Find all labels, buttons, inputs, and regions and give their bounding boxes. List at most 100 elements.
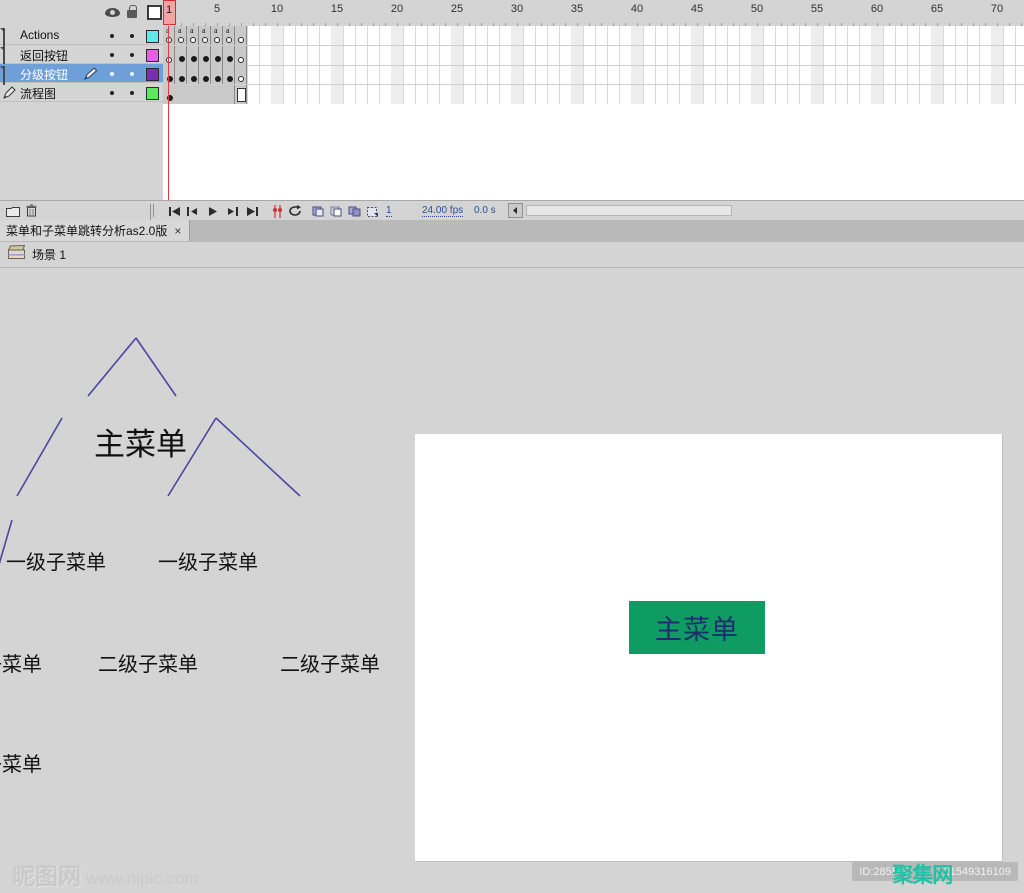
keyframe-cell[interactable] — [235, 26, 247, 45]
layer-lock-dot[interactable] — [130, 53, 134, 57]
keyframe-cell[interactable] — [199, 65, 211, 84]
layer-lock-dot[interactable] — [130, 72, 134, 76]
scene-label[interactable]: 场景 1 — [32, 246, 66, 263]
frame-span[interactable] — [163, 85, 235, 104]
playhead-marker[interactable]: 1 — [163, 0, 176, 25]
keyframe-cell[interactable] — [163, 65, 175, 84]
nipic-watermark-url: www.nipic.com — [86, 869, 198, 889]
eye-icon[interactable] — [104, 4, 120, 20]
ruler-tick-label: 50 — [751, 3, 763, 15]
previous-frame-button[interactable] — [186, 205, 199, 218]
layer-name-label: 返回按钮 — [20, 47, 68, 64]
layer-row-2[interactable]: 返回按钮 — [0, 45, 163, 64]
layer-visibility-dot[interactable] — [110, 72, 114, 76]
layer-row-4[interactable]: 流程图 — [0, 83, 163, 102]
keyframe-cell[interactable]: a — [223, 26, 235, 45]
layer-list[interactable]: Actions 返回按钮分级按钮流程图 — [0, 26, 164, 104]
loop-playback-button[interactable] — [288, 205, 303, 218]
flowchart-level2-label-1: 子菜单 — [0, 648, 42, 677]
nipic-watermark-cn: 昵图网 — [12, 857, 81, 891]
layer-name-label: Actions — [20, 28, 59, 42]
timeline-ruler[interactable]: 1 51015202530354045505560657075808590951… — [163, 0, 1024, 27]
keyframe-cell[interactable]: a — [199, 26, 211, 45]
ruler-tick-label: 60 — [871, 3, 883, 15]
onion-skin-markers-icon[interactable] — [272, 205, 283, 218]
frame-row[interactable]: aaaaaa — [163, 26, 1024, 46]
keyframe-cell[interactable] — [199, 46, 211, 65]
keyframe-cell[interactable] — [187, 46, 199, 65]
layer-color-swatch[interactable] — [146, 87, 159, 100]
keyframe-cell[interactable] — [211, 65, 223, 84]
playhead-frame-number: 1 — [166, 4, 172, 16]
ruler-tick-label: 35 — [571, 3, 583, 15]
edit-multiple-frames-button[interactable] — [348, 205, 361, 218]
ruler-tick-label: 40 — [631, 3, 643, 15]
ruler-tick-label: 30 — [511, 3, 523, 15]
next-frame-button[interactable] — [226, 205, 239, 218]
keyframe-cell[interactable] — [223, 65, 235, 84]
main-menu-button[interactable]: 主菜单 — [629, 601, 765, 654]
frame-row[interactable] — [163, 65, 1024, 85]
keyframe-cell[interactable] — [175, 65, 187, 84]
ruler-tick-label: 5 — [214, 3, 220, 15]
onion-skin-button[interactable] — [312, 205, 325, 218]
layer-page-icon — [3, 29, 16, 42]
layer-list-empty-area — [0, 104, 164, 200]
keyframe-cell[interactable]: a — [175, 26, 187, 45]
lock-icon[interactable] — [124, 4, 140, 20]
layer-row-3[interactable]: 分级按钮 — [0, 64, 163, 83]
ruler-tick-label: 65 — [931, 3, 943, 15]
document-tab[interactable]: 菜单和子菜单跳转分析as2.0版 × — [0, 220, 190, 241]
timeline-panel: 1 51015202530354045505560657075808590951… — [0, 0, 1024, 220]
scroll-left-button[interactable] — [508, 203, 523, 218]
keyframe-cell[interactable] — [163, 46, 175, 65]
document-tab-bar: 菜单和子菜单跳转分析as2.0版 × — [0, 220, 1024, 243]
layer-visibility-dot[interactable] — [110, 91, 114, 95]
fps-indicator[interactable]: 24.00 fps — [422, 205, 463, 217]
layer-color-swatch[interactable] — [146, 49, 159, 62]
layer-color-swatch[interactable] — [146, 68, 159, 81]
keyframe-cell[interactable] — [187, 65, 199, 84]
keyframe-cell[interactable] — [211, 46, 223, 65]
last-frame-button[interactable] — [246, 205, 259, 218]
juji-brand-watermark: 聚集网 — [892, 859, 952, 889]
layer-visibility-dot[interactable] — [110, 34, 114, 38]
keyframe-cell[interactable] — [235, 65, 247, 84]
play-button[interactable] — [206, 205, 219, 218]
layer-lock-dot[interactable] — [130, 91, 134, 95]
stage-canvas[interactable]: 主菜单 — [415, 434, 1002, 861]
frames-empty-area — [163, 104, 1024, 200]
first-frame-button[interactable] — [168, 205, 181, 218]
layer-color-swatch[interactable] — [146, 30, 159, 43]
keyframe-cell[interactable]: a — [163, 26, 175, 45]
scroll-track[interactable] — [526, 205, 732, 216]
layer-row-1[interactable]: Actions — [0, 26, 163, 45]
frame-row[interactable] — [163, 85, 1024, 105]
ruler-tick-label: 25 — [451, 3, 463, 15]
layer-lock-dot[interactable] — [130, 34, 134, 38]
elapsed-time-indicator: 0.0 s — [474, 205, 496, 216]
keyframe-cell[interactable] — [235, 46, 247, 65]
frame-span-end[interactable] — [235, 85, 247, 104]
timeline-scrollbar[interactable] — [508, 203, 1024, 218]
keyframe-cell[interactable] — [223, 46, 235, 65]
modify-onion-markers-button[interactable] — [366, 205, 379, 218]
keyframe-cell[interactable]: a — [211, 26, 223, 45]
flowchart-level2-label-2: 二级子菜单 — [98, 648, 198, 677]
onion-skin-outlines-button[interactable] — [330, 205, 343, 218]
frame-row[interactable] — [163, 46, 1024, 66]
layer-name-label: 分级按钮 — [20, 66, 68, 83]
panel-grip[interactable] — [150, 204, 157, 217]
frames-grid[interactable]: aaaaaa — [163, 26, 1024, 104]
keyframe-cell[interactable]: a — [187, 26, 199, 45]
nipic-watermark: 昵图网 www.nipic.com — [12, 857, 198, 891]
outline-icon[interactable] — [146, 4, 162, 20]
close-icon[interactable]: × — [174, 224, 181, 238]
scene-clapperboard-icon — [8, 245, 25, 264]
layer-visibility-dot[interactable] — [110, 53, 114, 57]
keyframe-cell[interactable] — [175, 46, 187, 65]
edit-pencil-icon — [84, 67, 98, 80]
layer-header-bar — [0, 0, 163, 27]
flowchart-graphic: 主菜单 一级子菜单 一级子菜单 子菜单 二级子菜单 二级子菜单 子菜单 — [0, 268, 420, 688]
work-area: 主菜单 一级子菜单 一级子菜单 子菜单 二级子菜单 二级子菜单 子菜单 主菜单 — [0, 268, 1024, 893]
